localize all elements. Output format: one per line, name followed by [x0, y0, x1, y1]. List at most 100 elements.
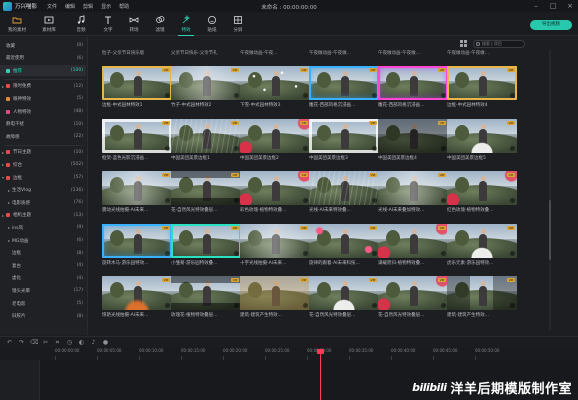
effect-thumbnail[interactable]: VIP	[102, 224, 172, 258]
menu-help[interactable]: 帮助	[119, 3, 129, 10]
tab-my-media[interactable]: 我的素材	[4, 14, 30, 36]
effect-thumbnail[interactable]: VIP	[447, 171, 517, 205]
playhead[interactable]	[320, 349, 321, 400]
download-icon[interactable]	[510, 303, 515, 308]
effect-thumbnail[interactable]: VIP	[447, 119, 517, 153]
effect-card[interactable]: VIP 花-自然风光特效叠层...	[309, 276, 379, 321]
effect-thumbnail[interactable]: VIP	[171, 66, 241, 100]
redo-icon[interactable]: ↷	[18, 339, 25, 346]
effect-thumbnail[interactable]: VIP	[171, 276, 241, 310]
sidebar-item[interactable]: 推荐 (100)	[0, 65, 86, 77]
effect-thumbnail[interactable]: VIP	[447, 276, 517, 310]
menu-file[interactable]: 文件	[47, 3, 57, 10]
cut-icon[interactable]: ✂	[42, 339, 49, 346]
download-icon[interactable]	[441, 198, 446, 203]
download-icon[interactable]	[441, 303, 446, 308]
tab-library[interactable]: 素材库	[36, 14, 62, 36]
sidebar-item[interactable]: 老电影 (5)	[0, 298, 86, 309]
effect-thumbnail[interactable]: VIP	[240, 119, 310, 153]
download-icon[interactable]	[234, 303, 239, 308]
tab-text[interactable]: 文字	[95, 14, 121, 36]
effect-card[interactable]: VIP 光线-AI未来叠加特效...	[378, 171, 448, 216]
effect-card[interactable]: VIP 竹子-中式园林特效2	[171, 66, 241, 111]
effect-thumbnail[interactable]: VIP	[447, 66, 517, 100]
download-icon[interactable]	[510, 93, 515, 98]
download-icon[interactable]	[234, 146, 239, 151]
download-icon[interactable]	[510, 146, 515, 151]
minimize-icon[interactable]: –	[532, 2, 540, 10]
download-icon[interactable]	[441, 251, 446, 256]
effect-thumbnail[interactable]: VIP	[309, 276, 379, 310]
download-icon[interactable]	[372, 198, 377, 203]
effect-thumbnail[interactable]: VIP	[102, 276, 172, 310]
download-icon[interactable]	[303, 303, 308, 308]
download-icon[interactable]	[165, 93, 170, 98]
download-icon[interactable]	[303, 251, 308, 256]
sidebar-item[interactable]: 收藏 (0)	[0, 40, 86, 51]
download-icon[interactable]	[234, 93, 239, 98]
effect-thumbnail[interactable]: VIP	[102, 171, 172, 205]
audio-icon[interactable]: ♪	[90, 339, 97, 346]
sidebar-item[interactable]: 静电干扰 (10)	[0, 119, 86, 130]
effect-thumbnail[interactable]: VIP	[171, 171, 241, 205]
effect-thumbnail[interactable]: VIP	[309, 224, 379, 258]
download-icon[interactable]	[303, 93, 308, 98]
sidebar-item[interactable]: ▸ 生活Vlog (136)	[0, 185, 86, 196]
effect-card[interactable]: VIP 雕花-西部风格沉浸画...	[378, 66, 448, 111]
effect-thumbnail[interactable]: VIP	[240, 224, 310, 258]
effect-card[interactable]: VIP 中国美团美景边框5	[447, 119, 517, 164]
sidebar-item[interactable]: 虚化 (4)	[0, 273, 86, 284]
scrollbar-thumb[interactable]	[549, 200, 551, 260]
effect-thumbnail[interactable]: VIP	[309, 119, 379, 153]
effect-card[interactable]: VIP 雕花-西部风格沉浸画...	[309, 66, 379, 111]
download-icon[interactable]	[372, 251, 377, 256]
close-icon[interactable]: ×	[566, 2, 574, 10]
search-input[interactable]: 搜索 | 项目	[473, 40, 525, 48]
sidebar-item[interactable]: 人物特效 (48)	[0, 106, 86, 117]
sidebar-item[interactable]: ▸ 综合 (502)	[0, 159, 86, 170]
download-icon[interactable]	[234, 198, 239, 203]
sidebar-item[interactable]: ▸ 节日主题 (10)	[0, 147, 86, 158]
menu-view[interactable]: 显示	[101, 3, 111, 10]
download-icon[interactable]	[303, 146, 308, 151]
menu-edit[interactable]: 编辑	[65, 3, 75, 10]
effect-thumbnail[interactable]: VIP	[378, 224, 448, 258]
playhead-handle[interactable]	[317, 349, 324, 354]
download-icon[interactable]	[441, 146, 446, 151]
effect-card[interactable]: VIP 虎乐元素-游乐园特效...	[447, 224, 517, 269]
sidebar-item[interactable]: ▸ 电影质感 (76)	[0, 197, 86, 208]
record-icon[interactable]: ●	[102, 339, 109, 346]
download-icon[interactable]	[372, 93, 377, 98]
timeline-ruler[interactable]: 00:00:00:00 00:00:05:00 00:00:10:00 00:00:1…	[0, 348, 578, 360]
effect-thumbnail[interactable]: VIP	[309, 171, 379, 205]
effect-card[interactable]: VIP 震动光线拍摄-AI未来...	[102, 171, 172, 216]
effect-card[interactable]: VIP 满载而归-植物特效叠...	[378, 224, 448, 269]
undo-icon[interactable]: ↶	[6, 339, 13, 346]
effect-thumbnail[interactable]: VIP	[309, 66, 379, 100]
delete-icon[interactable]: ⌫	[30, 339, 38, 346]
crop-icon[interactable]: ⌗	[54, 339, 61, 346]
download-icon[interactable]	[234, 251, 239, 256]
effect-card[interactable]: VIP 十字光线拍摄-AI未来...	[240, 224, 310, 269]
download-icon[interactable]	[510, 198, 515, 203]
sidebar-item[interactable]: ▾ 边框 (57)	[0, 172, 86, 183]
effect-thumbnail[interactable]: VIP	[102, 119, 172, 153]
download-icon[interactable]	[165, 251, 170, 256]
download-icon[interactable]	[441, 93, 446, 98]
effect-card[interactable]: VIP 玫瑰花-植物特效叠层...	[171, 276, 241, 321]
export-button[interactable]: 导出视频	[530, 20, 572, 30]
effect-card[interactable]: VIP 边框-中式园林特效1	[102, 66, 172, 111]
scrollbar[interactable]	[549, 50, 551, 330]
sidebar-item[interactable]: ▸ ins风 (9)	[0, 222, 86, 233]
sidebar-item[interactable]: ▸ 限时免费 (12)	[0, 81, 86, 92]
effect-card[interactable]: VIP 中国美团美景边框3	[309, 119, 379, 164]
effect-card[interactable]: VIP 框架-蓝色光影沉浸画...	[102, 119, 172, 164]
download-icon[interactable]	[165, 303, 170, 308]
grid-view-icon[interactable]	[460, 40, 467, 47]
effect-thumbnail[interactable]: VIP	[240, 276, 310, 310]
effect-card[interactable]: VIP 建筑-建筑产生特效...	[447, 276, 517, 321]
effect-thumbnail[interactable]: VIP	[378, 119, 448, 153]
effect-thumbnail[interactable]: VIP	[447, 224, 517, 258]
effect-thumbnail[interactable]: VIP	[171, 224, 241, 258]
effect-thumbnail[interactable]: VIP	[102, 66, 172, 100]
